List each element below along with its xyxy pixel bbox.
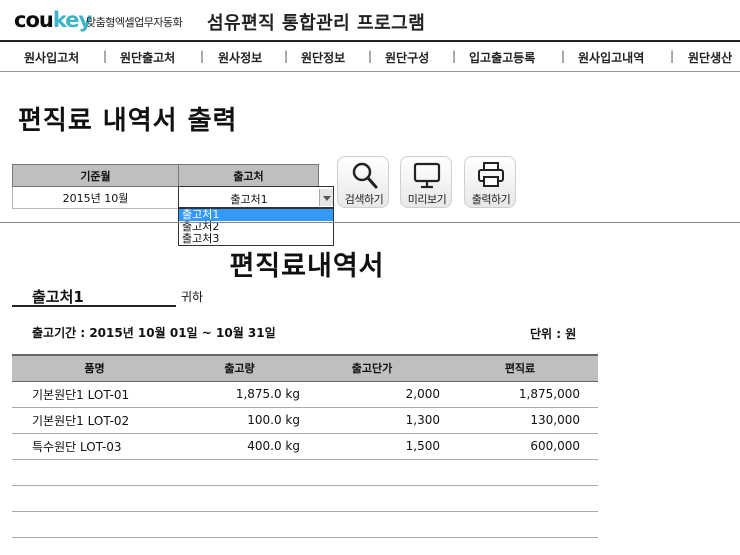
customer-dropdown-list: 출고처1 출고처2 출고처3: [178, 208, 334, 246]
menu-item-yarn-supplier[interactable]: 원사입고처: [24, 49, 79, 66]
monitor-icon: [413, 162, 441, 189]
honorific: 귀하: [181, 290, 204, 304]
page-title: 편직료 내역서 출력: [18, 106, 238, 136]
main-menu-bar: 원사입고처 | 원단출고처 | 원사정보 | 원단정보 | 원단구성 | 입고출…: [0, 40, 740, 72]
table-row: 특수원단 LOT-03 400.0 kg 1,500 600,000: [12, 433, 598, 460]
menu-item-yarn-info[interactable]: 원사정보: [218, 49, 262, 66]
cell-unit-price: 1,300: [302, 407, 442, 434]
menu-separator: |: [368, 49, 373, 63]
cell-fee: 600,000: [442, 433, 598, 460]
printer-icon: [478, 162, 504, 187]
menu-separator: |: [670, 49, 675, 63]
menu-item-yarn-inbound-history[interactable]: 원사입고내역: [578, 49, 644, 66]
menu-item-fabric-production[interactable]: 원단생산: [688, 49, 732, 66]
menu-separator: |: [561, 49, 566, 63]
customer-select[interactable]: 출고처1: [178, 186, 334, 208]
search-icon: [352, 162, 378, 189]
cell-item: 기본원단1 LOT-02: [12, 407, 177, 434]
preview-button-label: 미리보기: [407, 193, 447, 206]
menu-item-fabric-info[interactable]: 원단정보: [301, 49, 345, 66]
cell-unit-price: 1,500: [302, 433, 442, 460]
column-header-fee: 편직료: [442, 354, 598, 382]
preview-button[interactable]: 미리보기: [400, 156, 452, 208]
section-divider: [0, 222, 740, 223]
coukey-logo: coukey: [14, 8, 92, 32]
recipient-name: 출고처1: [32, 288, 84, 306]
currency-unit: 단위 : 원: [530, 327, 577, 341]
cell-fee: 130,000: [442, 407, 598, 434]
shipping-period: 출고기간 : 2015년 10월 01일 ~ 10월 31일: [32, 326, 276, 340]
recipient-underline: [12, 305, 176, 307]
column-header-item: 품명: [12, 354, 177, 382]
column-header-unit-price: 출고단가: [302, 354, 442, 382]
empty-row: [12, 485, 598, 512]
print-button-label: 출력하기: [471, 193, 511, 206]
menu-separator: |: [452, 49, 457, 63]
menu-separator: |: [284, 49, 289, 63]
print-button[interactable]: 출력하기: [464, 156, 516, 208]
cell-item: 기본원단1 LOT-01: [12, 381, 177, 408]
menu-item-fabric-composition[interactable]: 원단구성: [385, 49, 429, 66]
menu-separator: |: [200, 49, 205, 63]
app-title: 섬유편직 통합관리 프로그램: [207, 13, 426, 34]
app-header: coukey 맞춤형엑셀업무자동화 섬유편직 통합관리 프로그램: [0, 0, 740, 40]
menu-separator: |: [103, 49, 108, 63]
search-button[interactable]: 검색하기: [337, 156, 389, 208]
period-value[interactable]: 2015년 10월: [12, 186, 179, 209]
customer-header: 출고처: [178, 164, 319, 187]
search-button-label: 검색하기: [344, 193, 384, 206]
menu-item-fabric-outbound[interactable]: 원단출고처: [120, 49, 175, 66]
logo-tagline: 맞춤형엑셀업무자동화: [86, 16, 183, 29]
table-row: 기본원단1 LOT-02 100.0 kg 1,300 130,000: [12, 407, 598, 434]
column-header-quantity: 출고량: [177, 354, 302, 382]
cell-item: 특수원단 LOT-03: [12, 433, 177, 460]
customer-select-value: 출고처1: [230, 193, 268, 206]
statement-table: 품명 출고량 출고단가 편직료 기본원단1 LOT-01 1,875.0 kg …: [12, 354, 598, 538]
empty-row: [12, 459, 598, 486]
chevron-down-icon[interactable]: [319, 189, 333, 206]
empty-row: [12, 511, 598, 538]
document-title: 편직료내역서: [229, 251, 385, 282]
cell-quantity: 1,875.0 kg: [177, 381, 302, 408]
cell-quantity: 100.0 kg: [177, 407, 302, 434]
cell-quantity: 400.0 kg: [177, 433, 302, 460]
cell-unit-price: 2,000: [302, 381, 442, 408]
period-header: 기준월: [12, 164, 179, 187]
menu-item-in-out-register[interactable]: 입고출고등록: [469, 49, 535, 66]
cell-fee: 1,875,000: [442, 381, 598, 408]
table-row: 기본원단1 LOT-01 1,875.0 kg 2,000 1,875,000: [12, 381, 598, 408]
